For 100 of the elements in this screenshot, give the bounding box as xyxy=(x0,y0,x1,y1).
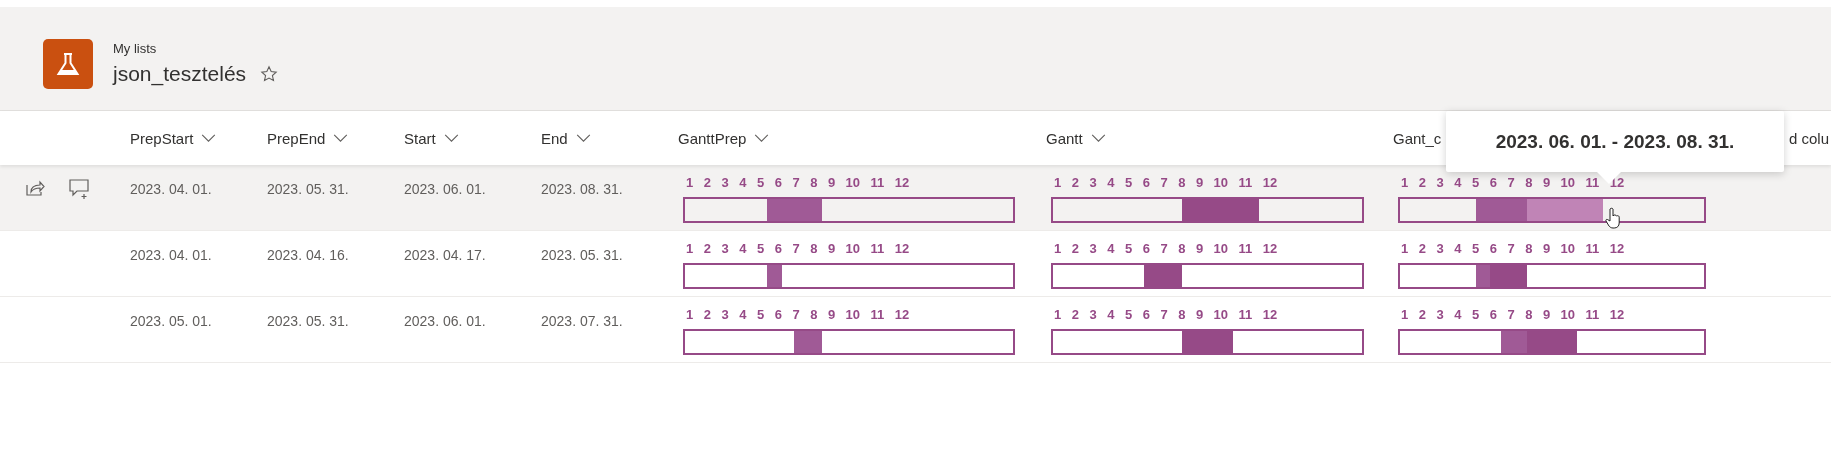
month-label: 8 xyxy=(1525,175,1533,191)
month-label: 10 xyxy=(1213,241,1229,257)
month-label: 8 xyxy=(810,241,818,257)
month-label: 6 xyxy=(774,241,782,257)
month-label: 8 xyxy=(1525,241,1533,257)
column-header[interactable]: Start xyxy=(404,129,436,147)
month-label: 11 xyxy=(870,307,885,323)
chevron-down-icon[interactable] xyxy=(333,133,349,143)
column-header[interactable]: GanttPrep xyxy=(678,129,747,147)
table-cell: 2023. 05. 31. xyxy=(267,181,349,197)
column-header[interactable]: PrepEnd xyxy=(267,129,326,147)
month-label: 2 xyxy=(1418,241,1426,257)
table-cell: 2023. 06. 01. xyxy=(404,313,486,329)
month-label: 2 xyxy=(703,241,711,257)
month-label: 3 xyxy=(1089,175,1097,191)
chevron-down-icon[interactable] xyxy=(443,133,459,143)
breadcrumb-link[interactable]: My lists xyxy=(113,41,279,56)
chevron-down-icon[interactable] xyxy=(754,133,770,143)
table-cell: 2023. 08. 31. xyxy=(541,181,623,197)
chevron-down-icon[interactable] xyxy=(1090,133,1106,143)
month-label: 6 xyxy=(1142,175,1150,191)
month-label: 1 xyxy=(1401,175,1409,191)
month-label: 10 xyxy=(1213,307,1229,323)
month-label: 12 xyxy=(894,241,910,257)
table-cell: 2023. 04. 01. xyxy=(130,181,212,197)
month-label: 6 xyxy=(1489,241,1497,257)
month-label: 7 xyxy=(1160,241,1168,257)
month-label: 12 xyxy=(1609,241,1625,257)
chevron-down-icon[interactable] xyxy=(201,133,217,143)
share-icon[interactable] xyxy=(25,179,45,197)
add-comment-icon[interactable] xyxy=(69,179,91,199)
bar-segment xyxy=(794,331,822,353)
month-label: 9 xyxy=(1195,175,1204,191)
month-label: 5 xyxy=(756,175,765,191)
month-label: 7 xyxy=(1160,175,1168,191)
month-label: 11 xyxy=(1585,307,1600,323)
month-label: 12 xyxy=(894,307,910,323)
month-label: 11 xyxy=(1585,241,1600,257)
bar-segment xyxy=(767,199,822,221)
month-label: 10 xyxy=(845,307,861,323)
tooltip-text: 2023. 06. 01. - 2023. 08. 31. xyxy=(1495,130,1735,153)
month-label: 4 xyxy=(1454,307,1462,323)
month-label: 9 xyxy=(1195,241,1204,257)
month-label: 8 xyxy=(1178,175,1186,191)
column-header[interactable]: Gantt xyxy=(1046,129,1083,147)
column-header[interactable]: Gant_c xyxy=(1393,129,1442,147)
month-label: 4 xyxy=(739,175,747,191)
month-label: 7 xyxy=(1507,241,1515,257)
flask-icon xyxy=(43,38,93,89)
table-cell: 2023. 05. 01. xyxy=(130,313,212,329)
month-label: 7 xyxy=(792,241,800,257)
hand-cursor-icon xyxy=(1605,207,1621,229)
month-label: 8 xyxy=(1178,307,1186,323)
month-label: 11 xyxy=(1238,307,1253,323)
column-header[interactable]: PrepStart xyxy=(130,129,194,147)
month-label: 9 xyxy=(1542,175,1551,191)
month-label: 6 xyxy=(1489,307,1497,323)
month-label: 6 xyxy=(1142,241,1150,257)
month-label: 7 xyxy=(1160,307,1168,323)
table-cell: 2023. 05. 31. xyxy=(541,247,623,263)
month-label: 3 xyxy=(1436,241,1444,257)
table-cell: 2023. 06. 01. xyxy=(404,181,486,197)
month-label: 5 xyxy=(1124,241,1133,257)
month-label: 7 xyxy=(792,175,800,191)
month-label: 1 xyxy=(686,307,694,323)
month-label: 3 xyxy=(1089,241,1097,257)
month-label: 5 xyxy=(1124,175,1133,191)
star-icon[interactable] xyxy=(260,65,279,83)
month-label: 9 xyxy=(1542,307,1551,323)
month-label: 4 xyxy=(739,307,747,323)
month-label: 12 xyxy=(1262,175,1278,191)
month-label: 11 xyxy=(1238,241,1253,257)
month-label: 4 xyxy=(1454,175,1462,191)
month-label: 10 xyxy=(1560,175,1576,191)
month-label: 10 xyxy=(845,241,861,257)
month-label: 7 xyxy=(1507,307,1515,323)
month-label: 5 xyxy=(1124,307,1133,323)
month-label: 10 xyxy=(1560,241,1576,257)
table-cell: 2023. 05. 31. xyxy=(267,313,349,329)
month-label: 11 xyxy=(1585,175,1600,191)
month-label: 1 xyxy=(1054,241,1062,257)
month-label: 5 xyxy=(1471,175,1480,191)
month-label: 1 xyxy=(686,175,694,191)
month-label: 10 xyxy=(845,175,861,191)
chevron-down-icon[interactable] xyxy=(575,133,591,143)
month-label: 12 xyxy=(1262,307,1278,323)
month-label: 6 xyxy=(1489,175,1497,191)
month-label: 9 xyxy=(827,241,836,257)
column-header[interactable]: End xyxy=(541,129,568,147)
bar-segment xyxy=(767,265,782,287)
month-label: 6 xyxy=(1142,307,1150,323)
month-label: 2 xyxy=(1071,307,1079,323)
month-label: 10 xyxy=(1560,307,1576,323)
month-label: 6 xyxy=(774,175,782,191)
list-title: json_tesztelés xyxy=(113,62,247,86)
column-header[interactable]: d colu xyxy=(1789,129,1830,147)
month-label: 2 xyxy=(1071,241,1079,257)
month-label: 11 xyxy=(870,175,885,191)
table-cell: 2023. 04. 01. xyxy=(130,247,212,263)
table-cell: 2023. 07. 31. xyxy=(541,313,623,329)
